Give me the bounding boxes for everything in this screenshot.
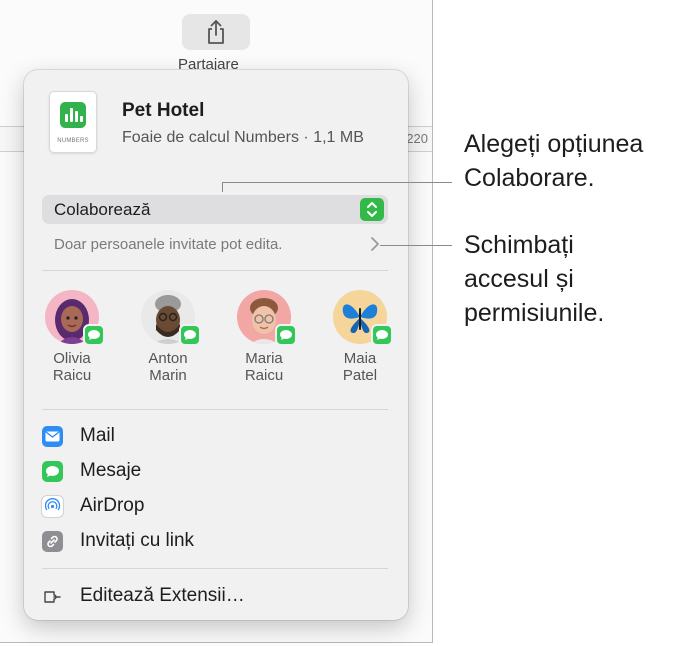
- person-olivia-raicu[interactable]: Olivia Raicu: [32, 290, 112, 384]
- person-first-name: Maria: [245, 350, 283, 367]
- callout-access: Schimbați accesul și permisiunile.: [464, 228, 604, 330]
- share-option-label: AirDrop: [80, 495, 145, 516]
- file-title: Pet Hotel: [122, 100, 205, 121]
- share-toolbar-button[interactable]: [182, 14, 250, 50]
- person-first-name: Olivia: [53, 350, 91, 367]
- access-permissions-text: Doar persoanele invitate pot edita.: [54, 236, 283, 253]
- collaboration-select[interactable]: Colaborează: [42, 195, 388, 224]
- person-first-name: Anton: [148, 350, 188, 367]
- link-icon: [42, 531, 63, 552]
- edit-extensions-label: Editează Extensii…: [80, 585, 245, 606]
- file-subtitle: Foaie de calcul Numbers · 1,1 MB: [122, 129, 364, 146]
- messages-badge-icon: [371, 324, 393, 346]
- mail-icon: [42, 426, 63, 447]
- chevron-right-icon: [370, 236, 380, 257]
- callout-line: [222, 182, 223, 192]
- airdrop-icon: [42, 496, 63, 517]
- share-option-label: Mesaje: [80, 460, 142, 481]
- edit-extensions-item[interactable]: Editează Extensii…: [42, 582, 388, 612]
- callout-collaboration: Alegeți opțiunea Colaborare.: [464, 127, 643, 195]
- person-first-name: Maia: [343, 350, 377, 367]
- callout-line-text: permisiunile.: [464, 299, 605, 327]
- divider: [42, 270, 388, 271]
- callout-line-text: Alegeți opțiunea: [464, 130, 644, 158]
- callout-line: [222, 182, 452, 183]
- person-anton-marin[interactable]: Anton Marin: [128, 290, 208, 384]
- share-option-label: Mail: [80, 425, 115, 446]
- share-option-messages[interactable]: Mesaje: [42, 457, 388, 487]
- callout-line-text: Schimbați: [464, 231, 574, 259]
- person-last-name: Raicu: [244, 367, 284, 384]
- share-option-airdrop[interactable]: AirDrop: [42, 492, 388, 522]
- callout-line: [380, 245, 452, 246]
- person-maia-patel[interactable]: Maia Patel: [320, 290, 400, 384]
- messages-icon: [42, 461, 63, 482]
- file-icon-caption: NUMBERS: [57, 138, 89, 144]
- messages-badge-icon: [83, 324, 105, 346]
- access-permissions-row[interactable]: Doar persoanele invitate pot edita.: [42, 232, 388, 260]
- collaboration-select-value: Colaborează: [54, 200, 151, 219]
- select-stepper-icon: [360, 198, 384, 221]
- divider: [42, 568, 388, 569]
- person-last-name: Patel: [342, 367, 378, 384]
- callout-line-text: accesul și: [464, 265, 574, 293]
- share-option-invite-link[interactable]: Invitați cu link: [42, 527, 388, 557]
- person-last-name: Raicu: [52, 367, 92, 384]
- divider: [42, 409, 388, 410]
- extensions-icon: [42, 586, 63, 607]
- messages-badge-icon: [275, 324, 297, 346]
- share-option-mail[interactable]: Mail: [42, 422, 388, 452]
- messages-badge-icon: [179, 324, 201, 346]
- numbers-file-icon: NUMBERS: [50, 92, 96, 152]
- share-popover: NUMBERS Pet Hotel Foaie de calcul Number…: [24, 70, 408, 620]
- ruler-mark: 220: [406, 131, 428, 146]
- share-icon: [208, 20, 224, 44]
- person-maria-raicu[interactable]: Maria Raicu: [224, 290, 304, 384]
- person-last-name: Marin: [149, 367, 187, 384]
- share-option-label: Invitați cu link: [80, 530, 195, 551]
- numbers-chart-icon: [60, 102, 86, 128]
- callout-line-text: Colaborare.: [464, 164, 595, 192]
